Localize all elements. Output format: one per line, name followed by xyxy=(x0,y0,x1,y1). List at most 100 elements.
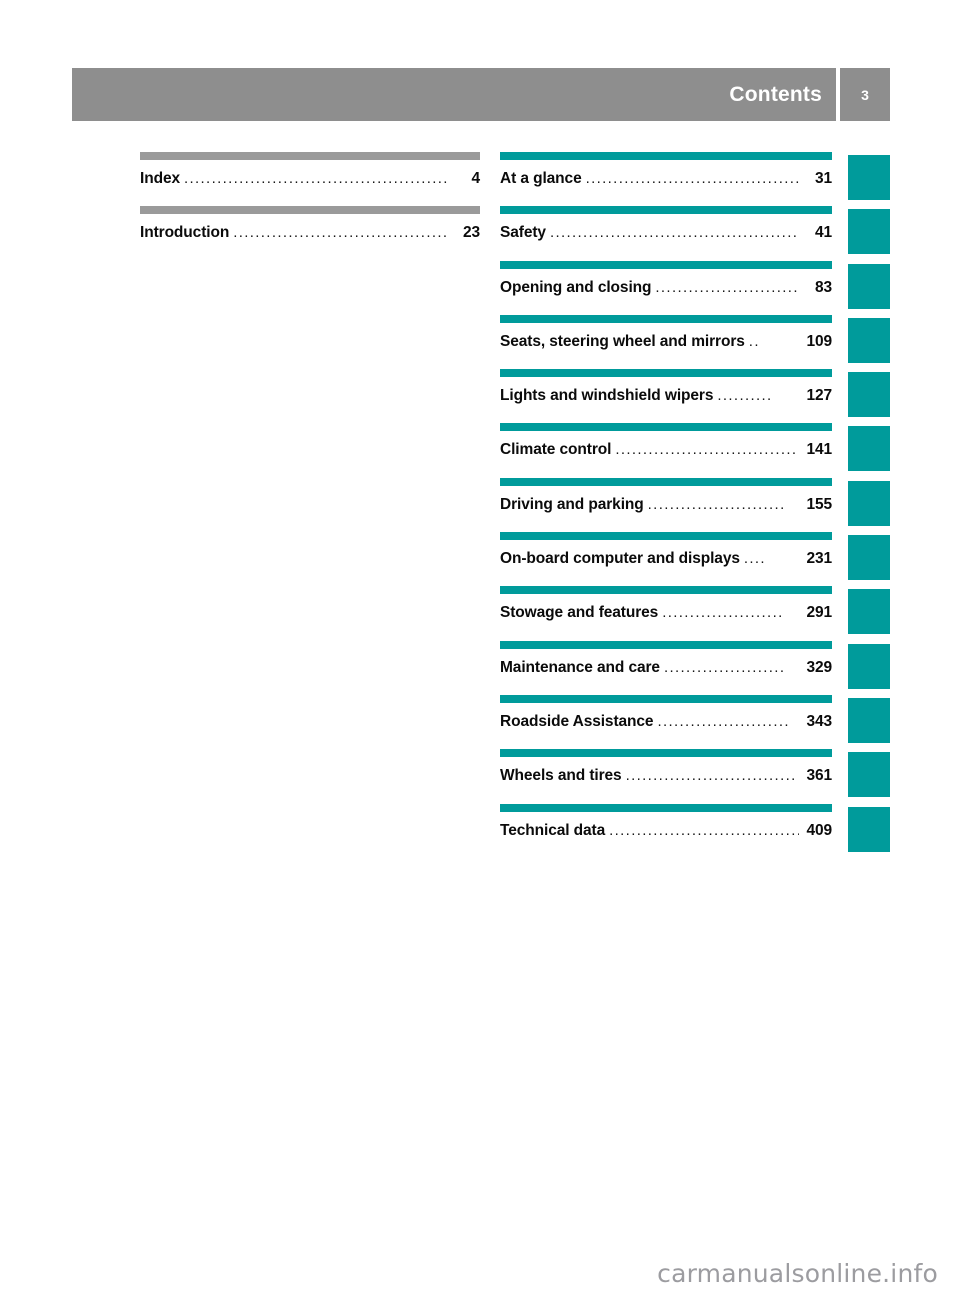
toc-entry-line: Wheels and tires........................… xyxy=(500,767,832,785)
page-title: Contents xyxy=(729,82,822,106)
toc-entry-page-number: 31 xyxy=(814,170,832,187)
page-number: 3 xyxy=(861,86,869,103)
toc-entry[interactable]: Climate control.........................… xyxy=(500,423,832,477)
chapter-thumb-tab[interactable] xyxy=(848,480,890,526)
toc-entry[interactable]: At a glance.............................… xyxy=(500,152,832,206)
toc-entry-label: Climate control xyxy=(500,441,612,459)
toc-entry-rule xyxy=(140,152,480,160)
toc-entry-label: Safety xyxy=(500,224,546,242)
toc-entry-page-number: 231 xyxy=(806,550,832,568)
toc-entry-leader-dots: ........................................… xyxy=(549,224,799,242)
toc-entry-leader-dots: ......................... xyxy=(647,495,786,513)
toc-entry-page-number: 4 xyxy=(471,170,480,187)
toc-entry-line: Stowage and features....................… xyxy=(500,604,832,622)
toc-entry-line: Opening and closing.....................… xyxy=(500,279,832,297)
chapter-thumb-tab[interactable] xyxy=(848,209,890,255)
chapter-thumb-tab[interactable] xyxy=(848,535,890,581)
toc-column-right: At a glance.............................… xyxy=(500,152,832,858)
watermark: carmanualsonline.info xyxy=(657,1259,938,1288)
toc-entry-leader-dots: .... xyxy=(743,550,766,568)
toc-entry-line: At a glance.............................… xyxy=(500,170,832,188)
toc-entry-page-number: 409 xyxy=(806,821,832,839)
toc-entry-leader-dots: .......... xyxy=(717,387,773,405)
chapter-thumb-tab[interactable] xyxy=(848,317,890,363)
toc-entry[interactable]: Technical data..........................… xyxy=(500,803,832,858)
toc-entry-label: Seats, steering wheel and mirrors xyxy=(500,332,745,350)
toc-entry-rule xyxy=(500,694,832,703)
chapter-thumb-tab[interactable] xyxy=(848,372,890,418)
toc-entry[interactable]: Roadside Assistance.....................… xyxy=(500,694,832,749)
toc-entry-page-number: 83 xyxy=(814,278,832,296)
toc-entry-rule xyxy=(500,586,832,595)
toc-column-left: Index...................................… xyxy=(140,152,480,261)
toc-entry-line: Maintenance and care....................… xyxy=(500,659,832,677)
toc-entry[interactable]: Index...................................… xyxy=(140,152,480,206)
toc-entry-page-number: 23 xyxy=(462,224,480,242)
toc-entry[interactable]: Introduction............................… xyxy=(140,206,480,260)
page-header: Contents 3 xyxy=(72,68,890,121)
toc-entry-label: Wheels and tires xyxy=(500,767,622,785)
toc-entry-leader-dots: ...................... xyxy=(662,604,784,622)
toc-entry-line: Index...................................… xyxy=(140,170,480,188)
toc-entry-page-number: 291 xyxy=(806,604,832,622)
toc-entry-rule xyxy=(500,314,832,323)
toc-entry-page-number: 109 xyxy=(806,332,832,350)
toc-entry-leader-dots: ........................ xyxy=(657,712,790,730)
toc-entry-rule xyxy=(500,803,832,812)
toc-entry-leader-dots: ................................... xyxy=(609,821,799,839)
chapter-thumb-tab[interactable] xyxy=(848,752,890,798)
toc-entry-line: Safety..................................… xyxy=(500,224,832,242)
toc-entry[interactable]: Stowage and features....................… xyxy=(500,586,832,640)
toc-entry[interactable]: Wheels and tires........................… xyxy=(500,749,832,803)
toc-entry-leader-dots: .. xyxy=(748,332,760,350)
toc-entry-page-number: 343 xyxy=(806,712,832,730)
toc-entry-leader-dots: ................................. xyxy=(615,441,798,459)
toc-entry[interactable]: Seats, steering wheel and mirrors.. 109 xyxy=(500,314,832,369)
chapter-thumb-tab[interactable] xyxy=(848,426,890,472)
toc-entry-page-number: 127 xyxy=(806,387,832,405)
toc-entry-page-number: 155 xyxy=(806,495,832,513)
toc-entry-page-number: 361 xyxy=(806,767,832,785)
toc-entry-rule xyxy=(500,369,832,378)
toc-entry-label: Maintenance and care xyxy=(500,658,660,676)
toc-entry-line: Technical data..........................… xyxy=(500,822,832,840)
toc-entry-line: Seats, steering wheel and mirrors.. 109 xyxy=(500,333,832,351)
toc-entry-rule xyxy=(500,423,832,432)
toc-entry-line: Driving and parking.....................… xyxy=(500,496,832,514)
toc-entry[interactable]: Safety..................................… xyxy=(500,206,832,260)
toc-entry-line: On-board computer and displays.... 231 xyxy=(500,550,832,568)
toc-entry-rule xyxy=(140,206,480,215)
chapter-thumb-tab[interactable] xyxy=(848,643,890,689)
toc-entry-label: On-board computer and displays xyxy=(500,550,740,568)
toc-entry-label: Stowage and features xyxy=(500,604,659,622)
chapter-thumb-tab[interactable] xyxy=(848,589,890,635)
toc-entry-label: Index xyxy=(140,170,180,187)
toc-entry-label: Introduction xyxy=(140,224,230,242)
toc-entry[interactable]: On-board computer and displays.... 231 xyxy=(500,532,832,586)
toc-entry-leader-dots: ........................... xyxy=(655,278,799,296)
toc-entry[interactable]: Maintenance and care....................… xyxy=(500,640,832,695)
toc-entry-page-number: 329 xyxy=(806,658,832,676)
toc-entry[interactable]: Driving and parking.....................… xyxy=(500,477,832,532)
toc-entry-leader-dots: ........................................ xyxy=(233,224,447,242)
document-page: Contents 3 Index........................… xyxy=(0,0,960,1302)
toc-entry-leader-dots: ...................... xyxy=(663,658,786,676)
toc-entry-rule xyxy=(500,640,832,649)
toc-entry-line: Introduction............................… xyxy=(140,224,480,242)
toc-entry-label: Lights and windshield wipers xyxy=(500,387,714,405)
toc-entry[interactable]: Opening and closing.....................… xyxy=(500,260,832,315)
chapter-thumb-tab[interactable] xyxy=(848,155,890,200)
chapter-thumb-tab[interactable] xyxy=(848,697,890,743)
chapter-thumb-tab[interactable] xyxy=(848,806,890,852)
toc-entry-page-number: 141 xyxy=(806,441,832,459)
chapter-thumb-tab[interactable] xyxy=(848,263,890,309)
toc-entry-rule xyxy=(500,749,832,758)
toc-entry-label: Roadside Assistance xyxy=(500,712,654,730)
toc-entry-rule xyxy=(500,260,832,269)
toc-entry-rule xyxy=(500,206,832,215)
toc-entry-label: Driving and parking xyxy=(500,495,644,513)
toc-entry[interactable]: Lights and windshield wipers.......... 12… xyxy=(500,369,832,423)
header-page-number-box: 3 xyxy=(840,68,890,121)
chapter-thumb-tabs xyxy=(848,155,890,861)
header-title-bar: Contents xyxy=(72,68,836,121)
